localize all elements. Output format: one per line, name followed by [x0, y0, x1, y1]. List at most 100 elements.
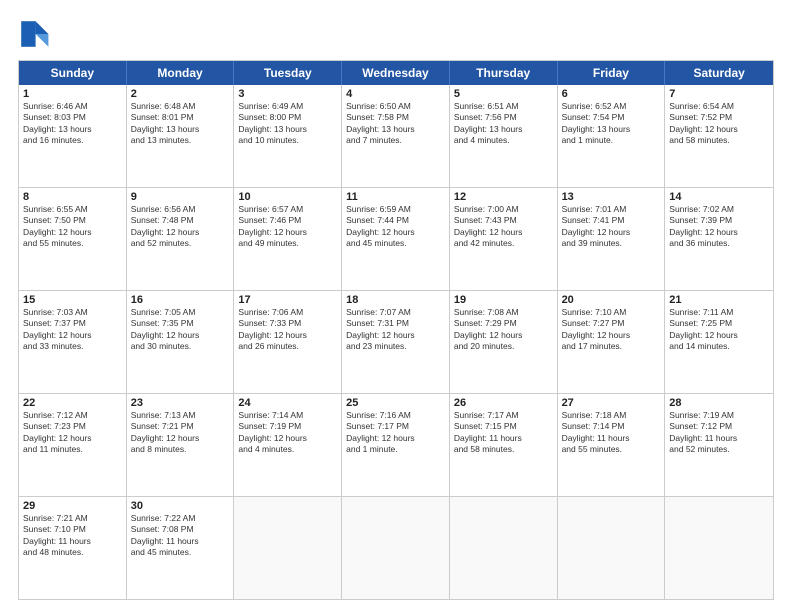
day-number: 16 — [131, 294, 230, 306]
calendar-row-1: 1Sunrise: 6:46 AM Sunset: 8:03 PM Daylig… — [19, 85, 773, 187]
day-number: 6 — [562, 88, 661, 100]
calendar-cell: 2Sunrise: 6:48 AM Sunset: 8:01 PM Daylig… — [127, 85, 235, 187]
day-number: 17 — [238, 294, 337, 306]
day-number: 7 — [669, 88, 769, 100]
calendar-row-5: 29Sunrise: 7:21 AM Sunset: 7:10 PM Dayli… — [19, 496, 773, 599]
calendar-cell: 9Sunrise: 6:56 AM Sunset: 7:48 PM Daylig… — [127, 188, 235, 290]
day-number: 28 — [669, 397, 769, 409]
cell-info: Sunrise: 6:48 AM Sunset: 8:01 PM Dayligh… — [131, 101, 230, 147]
calendar-cell: 13Sunrise: 7:01 AM Sunset: 7:41 PM Dayli… — [558, 188, 666, 290]
calendar-row-2: 8Sunrise: 6:55 AM Sunset: 7:50 PM Daylig… — [19, 187, 773, 290]
cell-info: Sunrise: 7:13 AM Sunset: 7:21 PM Dayligh… — [131, 410, 230, 456]
cell-info: Sunrise: 7:02 AM Sunset: 7:39 PM Dayligh… — [669, 204, 769, 250]
calendar-cell: 3Sunrise: 6:49 AM Sunset: 8:00 PM Daylig… — [234, 85, 342, 187]
cell-info: Sunrise: 7:11 AM Sunset: 7:25 PM Dayligh… — [669, 307, 769, 353]
day-number: 8 — [23, 191, 122, 203]
calendar-cell: 22Sunrise: 7:12 AM Sunset: 7:23 PM Dayli… — [19, 394, 127, 496]
calendar-cell: 15Sunrise: 7:03 AM Sunset: 7:37 PM Dayli… — [19, 291, 127, 393]
calendar-cell: 17Sunrise: 7:06 AM Sunset: 7:33 PM Dayli… — [234, 291, 342, 393]
day-number: 1 — [23, 88, 122, 100]
cell-info: Sunrise: 6:57 AM Sunset: 7:46 PM Dayligh… — [238, 204, 337, 250]
day-number: 25 — [346, 397, 445, 409]
cell-info: Sunrise: 7:21 AM Sunset: 7:10 PM Dayligh… — [23, 513, 122, 559]
day-number: 21 — [669, 294, 769, 306]
calendar-cell: 1Sunrise: 6:46 AM Sunset: 8:03 PM Daylig… — [19, 85, 127, 187]
calendar-row-3: 15Sunrise: 7:03 AM Sunset: 7:37 PM Dayli… — [19, 290, 773, 393]
calendar-cell: 29Sunrise: 7:21 AM Sunset: 7:10 PM Dayli… — [19, 497, 127, 599]
day-number: 27 — [562, 397, 661, 409]
calendar-body: 1Sunrise: 6:46 AM Sunset: 8:03 PM Daylig… — [19, 85, 773, 599]
cell-info: Sunrise: 6:46 AM Sunset: 8:03 PM Dayligh… — [23, 101, 122, 147]
day-number: 15 — [23, 294, 122, 306]
cell-info: Sunrise: 6:54 AM Sunset: 7:52 PM Dayligh… — [669, 101, 769, 147]
header — [18, 18, 774, 50]
cell-info: Sunrise: 7:18 AM Sunset: 7:14 PM Dayligh… — [562, 410, 661, 456]
header-cell-thursday: Thursday — [450, 61, 558, 85]
header-cell-monday: Monday — [127, 61, 235, 85]
cell-info: Sunrise: 6:52 AM Sunset: 7:54 PM Dayligh… — [562, 101, 661, 147]
day-number: 3 — [238, 88, 337, 100]
day-number: 30 — [131, 500, 230, 512]
cell-info: Sunrise: 7:10 AM Sunset: 7:27 PM Dayligh… — [562, 307, 661, 353]
cell-info: Sunrise: 7:22 AM Sunset: 7:08 PM Dayligh… — [131, 513, 230, 559]
header-cell-saturday: Saturday — [665, 61, 773, 85]
cell-info: Sunrise: 7:06 AM Sunset: 7:33 PM Dayligh… — [238, 307, 337, 353]
header-cell-wednesday: Wednesday — [342, 61, 450, 85]
cell-info: Sunrise: 7:16 AM Sunset: 7:17 PM Dayligh… — [346, 410, 445, 456]
calendar-cell: 11Sunrise: 6:59 AM Sunset: 7:44 PM Dayli… — [342, 188, 450, 290]
logo — [18, 18, 52, 50]
calendar: SundayMondayTuesdayWednesdayThursdayFrid… — [18, 60, 774, 600]
header-cell-friday: Friday — [558, 61, 666, 85]
cell-info: Sunrise: 7:08 AM Sunset: 7:29 PM Dayligh… — [454, 307, 553, 353]
day-number: 20 — [562, 294, 661, 306]
day-number: 11 — [346, 191, 445, 203]
day-number: 19 — [454, 294, 553, 306]
calendar-cell: 16Sunrise: 7:05 AM Sunset: 7:35 PM Dayli… — [127, 291, 235, 393]
calendar-cell: 30Sunrise: 7:22 AM Sunset: 7:08 PM Dayli… — [127, 497, 235, 599]
cell-info: Sunrise: 6:51 AM Sunset: 7:56 PM Dayligh… — [454, 101, 553, 147]
calendar-row-4: 22Sunrise: 7:12 AM Sunset: 7:23 PM Dayli… — [19, 393, 773, 496]
calendar-cell: 20Sunrise: 7:10 AM Sunset: 7:27 PM Dayli… — [558, 291, 666, 393]
cell-info: Sunrise: 7:12 AM Sunset: 7:23 PM Dayligh… — [23, 410, 122, 456]
calendar-cell — [234, 497, 342, 599]
day-number: 9 — [131, 191, 230, 203]
calendar-cell — [665, 497, 773, 599]
day-number: 2 — [131, 88, 230, 100]
cell-info: Sunrise: 6:49 AM Sunset: 8:00 PM Dayligh… — [238, 101, 337, 147]
calendar-cell: 4Sunrise: 6:50 AM Sunset: 7:58 PM Daylig… — [342, 85, 450, 187]
day-number: 18 — [346, 294, 445, 306]
calendar-cell: 7Sunrise: 6:54 AM Sunset: 7:52 PM Daylig… — [665, 85, 773, 187]
cell-info: Sunrise: 6:56 AM Sunset: 7:48 PM Dayligh… — [131, 204, 230, 250]
day-number: 13 — [562, 191, 661, 203]
calendar-cell: 12Sunrise: 7:00 AM Sunset: 7:43 PM Dayli… — [450, 188, 558, 290]
day-number: 26 — [454, 397, 553, 409]
calendar-cell: 26Sunrise: 7:17 AM Sunset: 7:15 PM Dayli… — [450, 394, 558, 496]
day-number: 29 — [23, 500, 122, 512]
cell-info: Sunrise: 7:01 AM Sunset: 7:41 PM Dayligh… — [562, 204, 661, 250]
cell-info: Sunrise: 7:14 AM Sunset: 7:19 PM Dayligh… — [238, 410, 337, 456]
calendar-cell: 23Sunrise: 7:13 AM Sunset: 7:21 PM Dayli… — [127, 394, 235, 496]
day-number: 22 — [23, 397, 122, 409]
header-cell-sunday: Sunday — [19, 61, 127, 85]
day-number: 14 — [669, 191, 769, 203]
calendar-cell — [342, 497, 450, 599]
calendar-cell: 24Sunrise: 7:14 AM Sunset: 7:19 PM Dayli… — [234, 394, 342, 496]
calendar-cell: 21Sunrise: 7:11 AM Sunset: 7:25 PM Dayli… — [665, 291, 773, 393]
day-number: 5 — [454, 88, 553, 100]
cell-info: Sunrise: 7:17 AM Sunset: 7:15 PM Dayligh… — [454, 410, 553, 456]
calendar-cell — [558, 497, 666, 599]
header-cell-tuesday: Tuesday — [234, 61, 342, 85]
cell-info: Sunrise: 6:55 AM Sunset: 7:50 PM Dayligh… — [23, 204, 122, 250]
day-number: 23 — [131, 397, 230, 409]
day-number: 4 — [346, 88, 445, 100]
cell-info: Sunrise: 6:59 AM Sunset: 7:44 PM Dayligh… — [346, 204, 445, 250]
calendar-cell: 14Sunrise: 7:02 AM Sunset: 7:39 PM Dayli… — [665, 188, 773, 290]
cell-info: Sunrise: 7:05 AM Sunset: 7:35 PM Dayligh… — [131, 307, 230, 353]
cell-info: Sunrise: 6:50 AM Sunset: 7:58 PM Dayligh… — [346, 101, 445, 147]
calendar-cell: 5Sunrise: 6:51 AM Sunset: 7:56 PM Daylig… — [450, 85, 558, 187]
calendar-header-row: SundayMondayTuesdayWednesdayThursdayFrid… — [19, 61, 773, 85]
calendar-cell: 18Sunrise: 7:07 AM Sunset: 7:31 PM Dayli… — [342, 291, 450, 393]
cell-info: Sunrise: 7:00 AM Sunset: 7:43 PM Dayligh… — [454, 204, 553, 250]
cell-info: Sunrise: 7:03 AM Sunset: 7:37 PM Dayligh… — [23, 307, 122, 353]
calendar-cell: 10Sunrise: 6:57 AM Sunset: 7:46 PM Dayli… — [234, 188, 342, 290]
